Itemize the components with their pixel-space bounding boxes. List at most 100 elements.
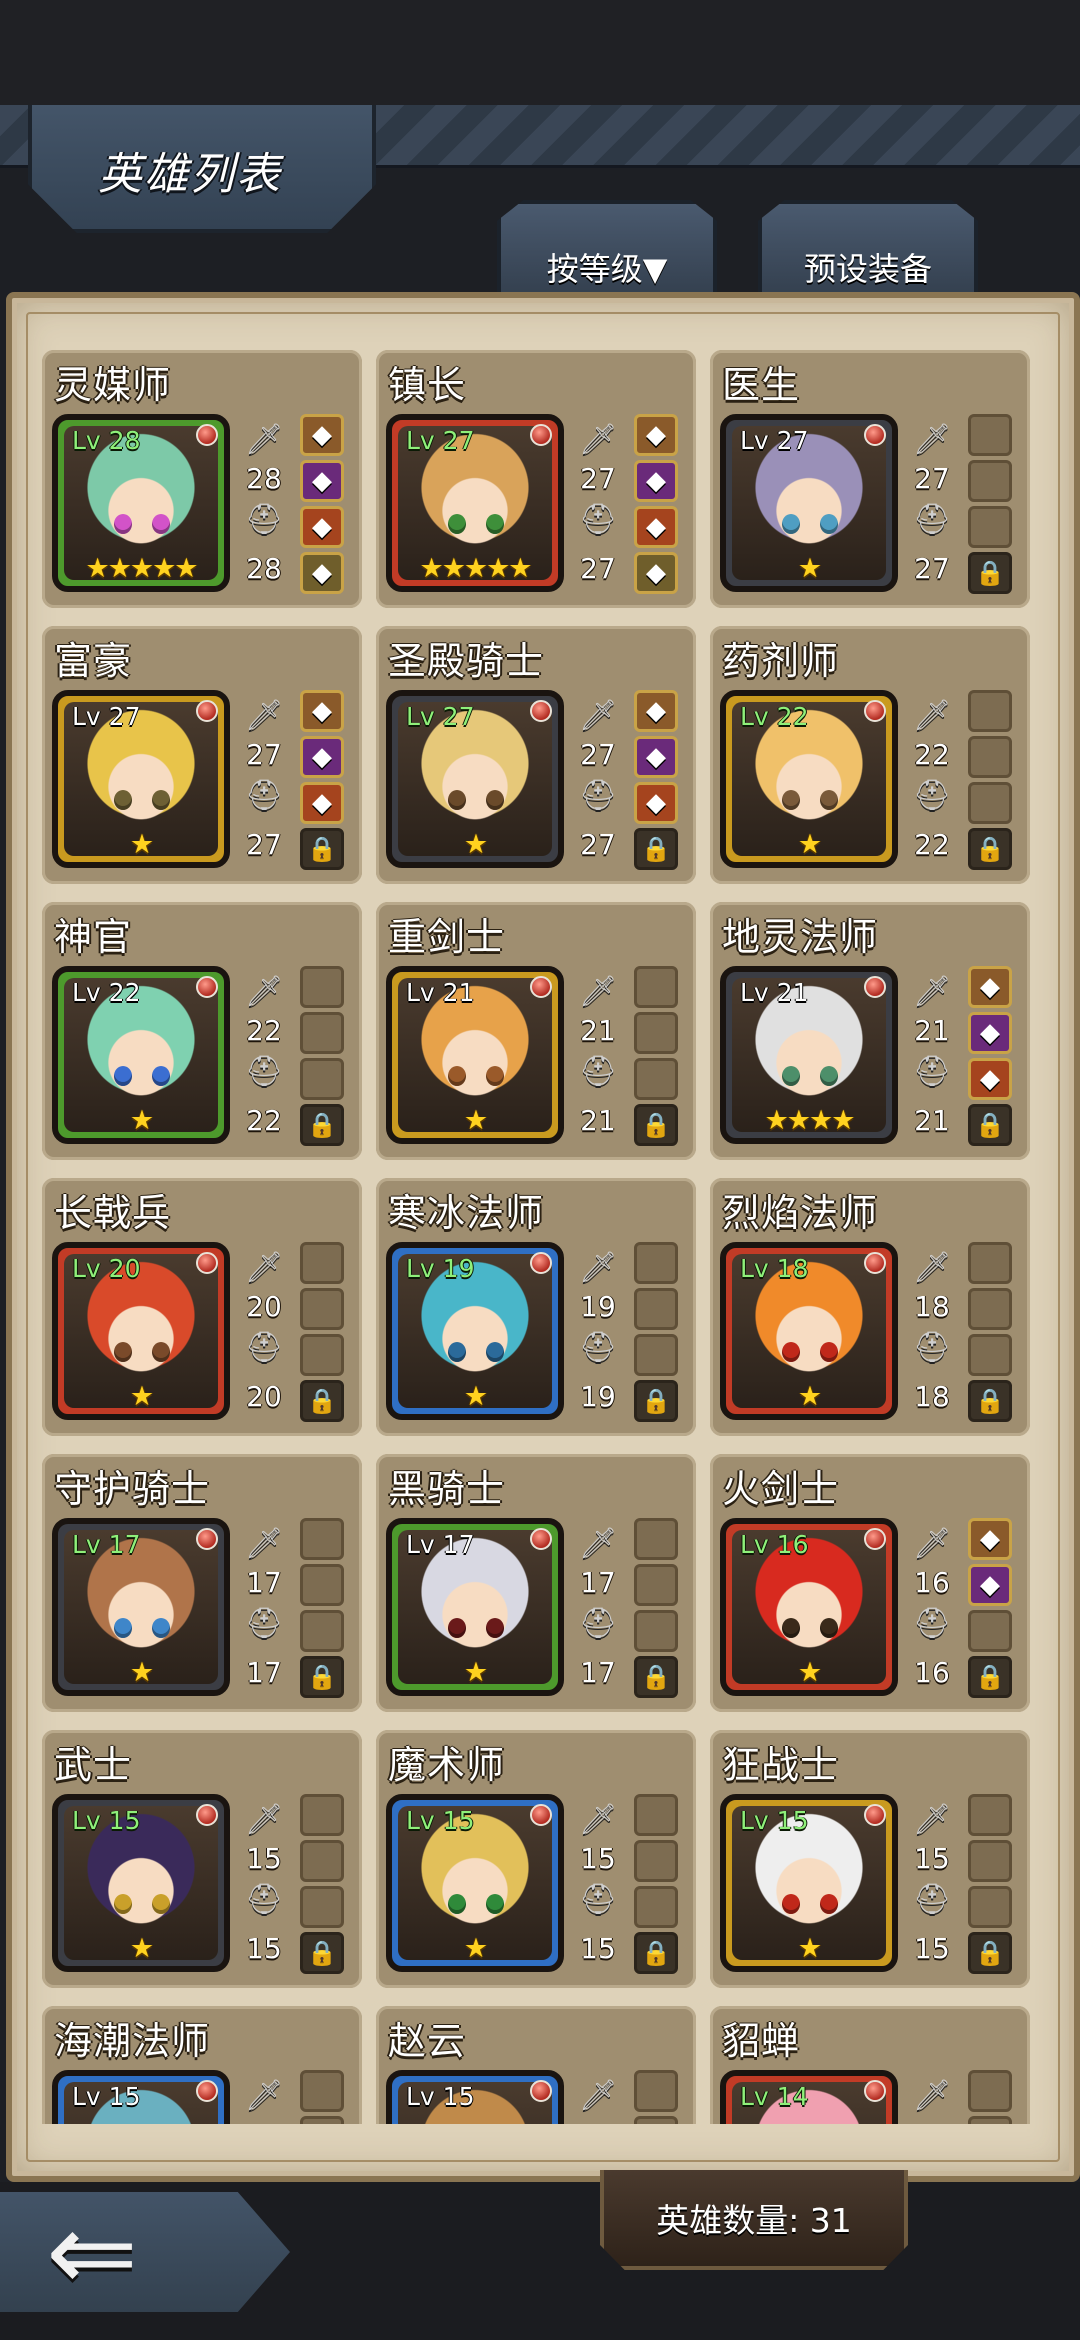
lock-icon[interactable]: 🔒: [968, 552, 1012, 594]
equipment-slot-empty[interactable]: [300, 1886, 344, 1928]
equipment-slot-empty[interactable]: [634, 1610, 678, 1652]
equipment-slot-empty[interactable]: [300, 966, 344, 1008]
hero-card[interactable]: 圣殿骑士 Lv 27 ★ 🗡 27 ⛑ 27 ◆ ◆ ◆ 🔒: [376, 626, 696, 884]
hero-card[interactable]: 长戟兵 Lv 20 ★ 🗡 20 ⛑ 20 🔒: [42, 1178, 362, 1436]
hero-portrait[interactable]: Lv 15 ★: [386, 1794, 564, 1972]
hero-portrait[interactable]: Lv 14: [720, 2070, 898, 2124]
lock-icon[interactable]: 🔒: [300, 828, 344, 870]
hero-portrait[interactable]: Lv 20 ★: [52, 1242, 230, 1420]
equipment-slot-empty[interactable]: [300, 1288, 344, 1330]
equipment-slot-filled[interactable]: ◆: [634, 552, 678, 594]
hero-card[interactable]: 药剂师 Lv 22 ★ 🗡 22 ⛑ 22 🔒: [710, 626, 1030, 884]
equipment-slot-filled[interactable]: ◆: [634, 506, 678, 548]
hero-portrait[interactable]: Lv 15 ★: [720, 1794, 898, 1972]
equipment-slot-empty[interactable]: [634, 966, 678, 1008]
lock-icon[interactable]: 🔒: [968, 1104, 1012, 1146]
equipment-slot-empty[interactable]: [634, 1288, 678, 1330]
hero-card[interactable]: 魔术师 Lv 15 ★ 🗡 15 ⛑ 15 🔒: [376, 1730, 696, 1988]
equipment-slot-empty[interactable]: [300, 1564, 344, 1606]
equipment-slot-filled[interactable]: ◆: [300, 782, 344, 824]
equipment-slot-empty[interactable]: [968, 1840, 1012, 1882]
equipment-slot-filled[interactable]: ◆: [300, 690, 344, 732]
equipment-slot-empty[interactable]: [968, 690, 1012, 732]
equipment-slot-filled[interactable]: ◆: [634, 460, 678, 502]
lock-icon[interactable]: 🔒: [634, 1380, 678, 1422]
hero-portrait[interactable]: Lv 22 ★: [52, 966, 230, 1144]
hero-portrait[interactable]: Lv 27 ★★★★★: [386, 414, 564, 592]
lock-icon[interactable]: 🔒: [968, 1656, 1012, 1698]
hero-card[interactable]: 灵媒师 Lv 28 ★★★★★ 🗡 28 ⛑ 28 ◆ ◆ ◆ ◆: [42, 350, 362, 608]
hero-portrait[interactable]: Lv 28 ★★★★★: [52, 414, 230, 592]
equipment-slot-empty[interactable]: [968, 414, 1012, 456]
lock-icon[interactable]: 🔒: [300, 1380, 344, 1422]
equipment-slot-filled[interactable]: ◆: [634, 736, 678, 778]
hero-card[interactable]: 地灵法师 Lv 21 ★★★★ 🗡 21 ⛑ 21 ◆ ◆ ◆ 🔒: [710, 902, 1030, 1160]
hero-card[interactable]: 守护骑士 Lv 17 ★ 🗡 17 ⛑ 17 🔒: [42, 1454, 362, 1712]
lock-icon[interactable]: 🔒: [634, 1932, 678, 1974]
equipment-slot-empty[interactable]: [968, 1334, 1012, 1376]
equipment-slot-filled[interactable]: ◆: [300, 736, 344, 778]
equipment-slot-empty[interactable]: [634, 1334, 678, 1376]
hero-card[interactable]: 富豪 Lv 27 ★ 🗡 27 ⛑ 27 ◆ ◆ ◆ 🔒: [42, 626, 362, 884]
hero-portrait[interactable]: Lv 21 ★★★★: [720, 966, 898, 1144]
equipment-slot-empty[interactable]: [634, 1840, 678, 1882]
equipment-slot-empty[interactable]: [300, 1334, 344, 1376]
hero-card[interactable]: 火剑士 Lv 16 ★ 🗡 16 ⛑ 16 ◆ ◆ 🔒: [710, 1454, 1030, 1712]
equipment-slot-empty[interactable]: [634, 1886, 678, 1928]
hero-portrait[interactable]: Lv 27 ★: [720, 414, 898, 592]
equipment-slot-filled[interactable]: ◆: [968, 966, 1012, 1008]
equipment-slot-empty[interactable]: [300, 1840, 344, 1882]
equipment-slot-empty[interactable]: [968, 1610, 1012, 1652]
preset-equipment-tab[interactable]: 预设装备: [758, 200, 978, 295]
equipment-slot-empty[interactable]: [634, 1012, 678, 1054]
equipment-slot-filled[interactable]: ◆: [968, 1058, 1012, 1100]
hero-card[interactable]: 神官 Lv 22 ★ 🗡 22 ⛑ 22 🔒: [42, 902, 362, 1160]
equipment-slot-empty[interactable]: [300, 2116, 344, 2124]
equipment-slot-filled[interactable]: ◆: [968, 1012, 1012, 1054]
equipment-slot-empty[interactable]: [968, 460, 1012, 502]
hero-card[interactable]: 黑骑士 Lv 17 ★ 🗡 17 ⛑ 17 🔒: [376, 1454, 696, 1712]
hero-portrait[interactable]: Lv 27 ★: [52, 690, 230, 868]
lock-icon[interactable]: 🔒: [968, 828, 1012, 870]
hero-card[interactable]: 烈焰法师 Lv 18 ★ 🗡 18 ⛑ 18 🔒: [710, 1178, 1030, 1436]
hero-portrait[interactable]: Lv 16 ★: [720, 1518, 898, 1696]
equipment-slot-filled[interactable]: ◆: [300, 552, 344, 594]
equipment-slot-empty[interactable]: [634, 1058, 678, 1100]
hero-portrait[interactable]: Lv 15: [386, 2070, 564, 2124]
hero-card[interactable]: 海潮法师Lv 15🗡⛑🔒: [42, 2006, 362, 2124]
equipment-slot-empty[interactable]: [634, 1794, 678, 1836]
equipment-slot-empty[interactable]: [300, 1242, 344, 1284]
sort-by-level-tab[interactable]: 按等级▼: [497, 200, 717, 295]
hero-card[interactable]: 重剑士 Lv 21 ★ 🗡 21 ⛑ 21 🔒: [376, 902, 696, 1160]
equipment-slot-empty[interactable]: [634, 1518, 678, 1560]
equipment-slot-empty[interactable]: [634, 2070, 678, 2112]
hero-portrait[interactable]: Lv 15 ★: [52, 1794, 230, 1972]
equipment-slot-empty[interactable]: [968, 1288, 1012, 1330]
lock-icon[interactable]: 🔒: [300, 1656, 344, 1698]
hero-portrait[interactable]: Lv 19 ★: [386, 1242, 564, 1420]
hero-card[interactable]: 貂蝉Lv 14🗡⛑🔒: [710, 2006, 1030, 2124]
hero-list-scroll[interactable]: 灵媒师 Lv 28 ★★★★★ 🗡 28 ⛑ 28 ◆ ◆ ◆ ◆ 镇长 Lv 27 ★★★★★ 🗡 27 ⛑ 2…: [42, 350, 1038, 2124]
hero-portrait[interactable]: Lv 17 ★: [52, 1518, 230, 1696]
equipment-slot-empty[interactable]: [968, 2116, 1012, 2124]
lock-icon[interactable]: 🔒: [634, 828, 678, 870]
equipment-slot-empty[interactable]: [968, 782, 1012, 824]
hero-portrait[interactable]: Lv 18 ★: [720, 1242, 898, 1420]
equipment-slot-empty[interactable]: [300, 1518, 344, 1560]
equipment-slot-empty[interactable]: [968, 1794, 1012, 1836]
equipment-slot-filled[interactable]: ◆: [300, 414, 344, 456]
lock-icon[interactable]: 🔒: [300, 1932, 344, 1974]
equipment-slot-filled[interactable]: ◆: [968, 1564, 1012, 1606]
equipment-slot-filled[interactable]: ◆: [300, 460, 344, 502]
equipment-slot-empty[interactable]: [968, 736, 1012, 778]
hero-card[interactable]: 狂战士 Lv 15 ★ 🗡 15 ⛑ 15 🔒: [710, 1730, 1030, 1988]
back-button[interactable]: ⇐: [0, 2192, 290, 2312]
hero-card[interactable]: 寒冰法师 Lv 19 ★ 🗡 19 ⛑ 19 🔒: [376, 1178, 696, 1436]
equipment-slot-empty[interactable]: [634, 1564, 678, 1606]
hero-portrait[interactable]: Lv 21 ★: [386, 966, 564, 1144]
lock-icon[interactable]: 🔒: [300, 1104, 344, 1146]
lock-icon[interactable]: 🔒: [634, 1104, 678, 1146]
hero-card[interactable]: 医生 Lv 27 ★ 🗡 27 ⛑ 27 🔒: [710, 350, 1030, 608]
equipment-slot-filled[interactable]: ◆: [634, 690, 678, 732]
hero-card[interactable]: 武士 Lv 15 ★ 🗡 15 ⛑ 15 🔒: [42, 1730, 362, 1988]
